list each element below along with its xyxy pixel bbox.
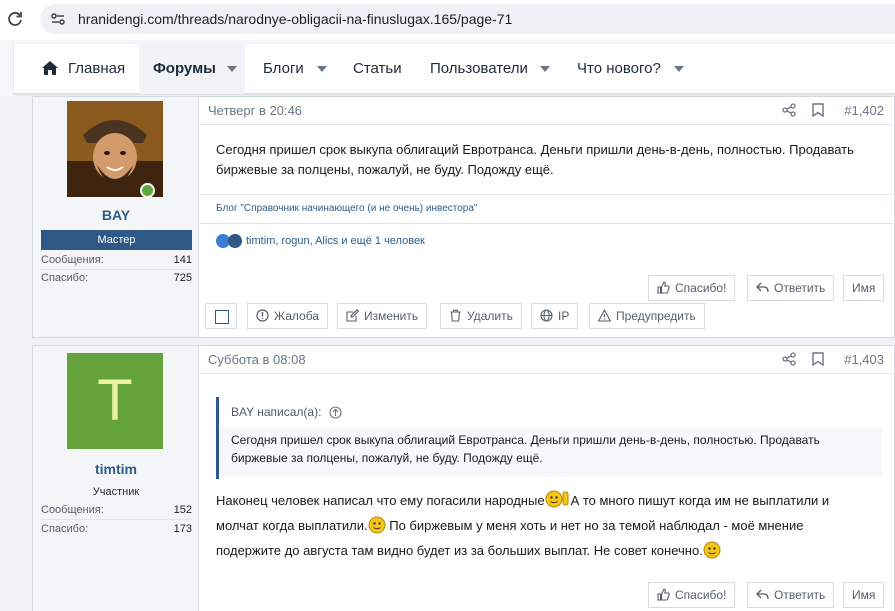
thumbs-up-smiley-icon — [545, 490, 569, 508]
post-content: Суббота в 08:08 #1,403 BAY написал(а): С… — [200, 346, 895, 611]
post-date[interactable]: Суббота в 08:08 — [208, 352, 306, 367]
post-meta: Суббота в 08:08 #1,403 — [200, 346, 895, 374]
chevron-down-icon[interactable] — [540, 66, 550, 72]
reply-button[interactable]: Ответить — [747, 582, 835, 608]
chevron-down-icon[interactable] — [227, 66, 237, 72]
reactions-list: timtim, rogun, Alics и ещё 1 человек — [246, 234, 425, 247]
chevron-down-icon[interactable] — [317, 66, 327, 72]
thanks-reaction-icon — [228, 234, 242, 248]
stat-value: 725 — [173, 272, 192, 284]
reactions-bar[interactable]: timtim, rogun, Alics и ещё 1 человек — [216, 234, 425, 252]
thanks-button[interactable]: Спасибо! — [648, 582, 736, 608]
edit-icon — [346, 309, 359, 322]
post-meta: Четверг в 20:46 #1,402 — [200, 97, 895, 125]
bookmark-icon[interactable] — [812, 352, 824, 366]
report-label: Жалоба — [274, 309, 319, 323]
select-post-checkbox[interactable] — [205, 303, 237, 329]
stat-label: Сообщения: — [41, 504, 104, 516]
nav-members[interactable]: Пользователи — [430, 44, 528, 94]
warn-button[interactable]: Предупредить — [589, 303, 705, 329]
username[interactable]: timtim — [33, 461, 199, 477]
divider — [41, 269, 192, 270]
warning-icon — [598, 309, 611, 322]
post-number[interactable]: #1,403 — [844, 352, 884, 367]
nav-forums-label: Форумы — [153, 60, 216, 77]
divider — [200, 194, 895, 195]
stat-value[interactable]: 152 — [174, 504, 192, 516]
globe-icon — [540, 309, 553, 322]
user-rank: Участник — [92, 486, 140, 498]
quote-text: Сегодня пришел срок выкупа облигаций Евр… — [219, 427, 882, 477]
warn-label: Предупредить — [616, 309, 696, 323]
blog-link[interactable]: Блог "Справочник начинающего (и не очень… — [216, 203, 477, 214]
post-number[interactable]: #1,402 — [844, 103, 884, 118]
smiley-icon — [703, 541, 721, 559]
reply-icon — [756, 589, 769, 600]
share-icon[interactable] — [782, 352, 796, 366]
quote-block: BAY написал(а): Сегодня пришел срок выку… — [216, 397, 882, 479]
thanks-button[interactable]: Спасибо! — [648, 275, 736, 301]
site-settings-icon[interactable] — [50, 11, 66, 27]
post-user-info: T timtim Участник Сообщения: 152 Спасибо… — [33, 346, 199, 611]
browser-toolbar: hranidengi.com/threads/narodnye-obligaci… — [0, 0, 895, 40]
address-bar[interactable]: hranidengi.com/threads/narodnye-obligaci… — [40, 4, 895, 34]
share-icon[interactable] — [782, 103, 796, 117]
user-rank-banner: Мастер — [41, 230, 192, 250]
quote-author[interactable]: BAY написал(а): — [231, 405, 321, 419]
nav-home[interactable]: Главная — [68, 44, 125, 94]
stat-label: Сообщения: — [41, 254, 104, 266]
online-indicator — [140, 183, 155, 198]
stat-thanks: Спасибо: 725 — [41, 272, 192, 288]
name-button[interactable]: Имя — [843, 582, 885, 608]
post-text-part: Наконец человек написал что ему погасили… — [216, 493, 545, 508]
reply-icon — [756, 282, 769, 293]
arrow-up-icon[interactable] — [329, 406, 342, 419]
reply-label: Ответить — [774, 588, 826, 602]
nav-articles[interactable]: Статьи — [353, 44, 402, 94]
delete-label: Удалить — [467, 309, 513, 323]
stat-value[interactable]: 141 — [174, 254, 192, 266]
divider — [200, 223, 895, 224]
ip-button[interactable]: IP — [531, 303, 579, 329]
nav-blogs[interactable]: Блоги — [263, 44, 304, 94]
nav-whats-new[interactable]: Что нового? — [577, 44, 661, 94]
chevron-down-icon[interactable] — [674, 66, 684, 72]
reply-button[interactable]: Ответить — [747, 275, 835, 301]
url-text: hranidengi.com/threads/narodnye-obligaci… — [78, 11, 513, 27]
post-date[interactable]: Четверг в 20:46 — [208, 103, 302, 118]
post-body: Сегодня пришел срок выкупа облигаций Евр… — [216, 142, 854, 177]
edit-button[interactable]: Изменить — [337, 303, 428, 329]
report-button[interactable]: Жалоба — [247, 303, 328, 329]
post: T timtim Участник Сообщения: 152 Спасибо… — [32, 345, 895, 611]
thanks-label: Спасибо! — [675, 588, 727, 602]
ip-label: IP — [558, 309, 570, 323]
report-icon — [256, 309, 269, 322]
post: BAY Мастер Сообщения: 141 Спасибо: 725 Ч… — [32, 96, 895, 338]
divider — [41, 519, 192, 520]
avatar[interactable]: T — [67, 353, 163, 449]
thanks-label: Спасибо! — [675, 281, 727, 295]
edit-label: Изменить — [364, 309, 419, 323]
stat-label: Спасибо: — [41, 272, 89, 284]
stat-messages: Сообщения: 141 — [41, 254, 192, 270]
home-icon — [42, 61, 58, 75]
reply-label: Ответить — [774, 281, 826, 295]
trash-icon — [450, 309, 461, 322]
post-content: Четверг в 20:46 #1,402 Сегодня пришел ср… — [200, 97, 895, 337]
delete-button[interactable]: Удалить — [440, 303, 522, 329]
username[interactable]: BAY — [33, 207, 199, 223]
thumbs-up-icon — [657, 281, 670, 294]
stat-value: 173 — [173, 523, 192, 535]
smiley-icon — [368, 516, 386, 534]
post-user-info: BAY Мастер Сообщения: 141 Спасибо: 725 — [33, 97, 199, 337]
thumbs-up-icon — [657, 588, 670, 601]
stat-thanks: Спасибо: 173 — [41, 523, 192, 539]
reload-icon[interactable] — [6, 10, 24, 28]
stat-messages: Сообщения: 152 — [41, 504, 192, 520]
main-nav: Главная Форумы Блоги Статьи Пользователи… — [14, 44, 895, 94]
bookmark-icon[interactable] — [812, 103, 824, 117]
name-button[interactable]: Имя — [843, 275, 885, 301]
post-body: Наконец человек написал что ему погасили… — [216, 488, 856, 563]
stat-label: Спасибо: — [41, 523, 89, 535]
